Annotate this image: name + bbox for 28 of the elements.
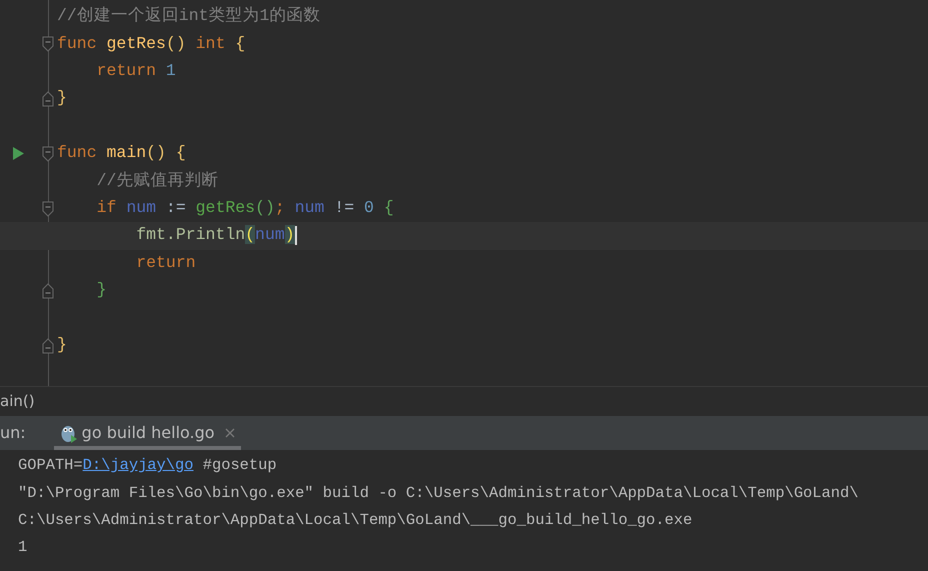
code-line: //创建一个返回int类型为1的函数 <box>57 5 320 28</box>
code-line: } <box>57 87 67 110</box>
code-line: fmt.Println(num) <box>135 224 295 246</box>
panel-label: un: <box>0 422 26 444</box>
code-line: return <box>135 252 196 274</box>
breadcrumb[interactable]: ain() <box>0 390 35 413</box>
code-line: //先赋值再判断 <box>96 170 218 192</box>
fold-icon[interactable] <box>42 338 54 354</box>
fold-icon[interactable] <box>42 36 54 52</box>
code-line: func getRes() int { <box>57 32 246 55</box>
run-tab[interactable]: go build hello.go <box>54 416 241 450</box>
console-text: C:\Users\Administrator\AppData\Local\Temp\GoLand\___go_build_hello_go.exe <box>18 510 692 531</box>
console-text: 1 <box>18 537 28 558</box>
code-line: } <box>96 279 107 302</box>
run-icon[interactable] <box>13 146 24 160</box>
code-line: } <box>57 334 67 356</box>
fold-icon[interactable] <box>42 282 54 299</box>
fold-icon[interactable] <box>42 146 54 162</box>
fold-icon[interactable] <box>42 91 54 108</box>
console-text: GOPATH= <box>18 455 83 476</box>
code-line: if num := getRes(); num != 0 { <box>96 197 394 220</box>
console-text: "D:\Program Files\Go\bin\go.exe" build -o C:\Users\Administrator\AppData\Local\Temp\GoLand\ <box>18 482 858 504</box>
code-line: return 1 <box>96 60 176 82</box>
code-line: func main() { <box>57 142 186 164</box>
fold-icon[interactable] <box>42 200 54 217</box>
path-link[interactable]: D:\jayjay\go <box>82 454 194 478</box>
close-icon[interactable] <box>224 428 235 438</box>
console-text: #gosetup <box>202 455 277 476</box>
